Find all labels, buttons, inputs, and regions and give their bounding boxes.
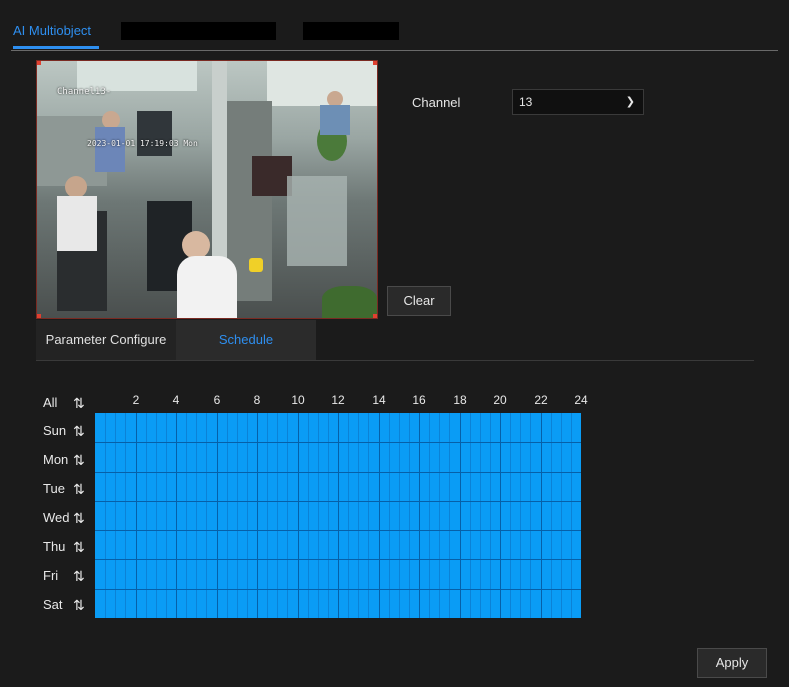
day-label-mon: Mon — [43, 452, 69, 467]
ai-multiobject-page: AI Multiobject Channel13- 2023-01-01 17:… — [5, 5, 784, 682]
window-pane — [267, 61, 377, 106]
tab-parameter-configure[interactable]: Parameter Configure — [36, 320, 176, 360]
tab-redacted-2[interactable] — [303, 22, 399, 40]
monitor — [252, 156, 292, 196]
refresh-thu-icon[interactable]: ⇅ — [73, 539, 89, 555]
hour-label: 2 — [132, 393, 140, 407]
refresh-tue-icon[interactable]: ⇅ — [73, 481, 89, 497]
hour-label: 20 — [493, 393, 507, 407]
tab-schedule[interactable]: Schedule — [176, 320, 316, 360]
roi-corner-handle[interactable] — [37, 314, 41, 318]
tab-ai-multiobject[interactable]: AI Multiobject — [13, 19, 100, 49]
plant — [322, 286, 377, 318]
hour-label: 16 — [412, 393, 426, 407]
day-label-sat: Sat — [43, 597, 63, 612]
chevron-down-icon: ❯ — [625, 96, 635, 108]
hour-label: 4 — [172, 393, 180, 407]
apply-button[interactable]: Apply — [697, 648, 767, 678]
person-head — [182, 231, 210, 259]
refresh-fri-icon[interactable]: ⇅ — [73, 568, 89, 584]
hour-label: 6 — [213, 393, 221, 407]
channel-select[interactable]: 13 ❯ — [512, 89, 644, 115]
top-divider — [11, 50, 778, 51]
schedule-grid-lines — [95, 413, 581, 618]
day-label-tue: Tue — [43, 481, 65, 496]
channel-select-value: 13 — [519, 95, 533, 109]
yellow-object — [249, 258, 263, 272]
day-label-thu: Thu — [43, 539, 66, 554]
schedule-grid[interactable] — [95, 413, 581, 618]
office-chair — [137, 111, 172, 156]
hour-label: 22 — [534, 393, 548, 407]
roi-corner-handle[interactable] — [373, 61, 377, 65]
refresh-mon-icon[interactable]: ⇅ — [73, 452, 89, 468]
roi-corner-handle[interactable] — [37, 61, 41, 65]
osd-timestamp: 2023-01-01 17:19:03 Mon — [87, 139, 198, 148]
person-body — [177, 256, 237, 318]
hour-label: 8 — [253, 393, 261, 407]
refresh-sat-icon[interactable]: ⇅ — [73, 597, 89, 613]
refresh-all-icon[interactable]: ⇅ — [73, 395, 89, 411]
refresh-sun-icon[interactable]: ⇅ — [73, 423, 89, 439]
person-body — [95, 127, 125, 172]
osd-channel: Channel13- — [57, 87, 112, 97]
person-head — [65, 176, 87, 198]
all-label: All — [43, 395, 58, 410]
subtab-divider — [36, 360, 754, 361]
hour-label: 14 — [372, 393, 386, 407]
active-tab-indicator — [13, 46, 100, 49]
tab-ai-multiobject-label: AI Multiobject — [13, 23, 92, 38]
hour-label: 24 — [574, 393, 588, 407]
day-label-wed: Wed — [43, 510, 70, 525]
person-body — [320, 105, 350, 135]
camera-preview[interactable]: Channel13- 2023-01-01 17:19:03 Mon — [36, 60, 378, 319]
glass-partition — [287, 176, 347, 266]
hour-label: 18 — [453, 393, 467, 407]
clear-button[interactable]: Clear — [387, 286, 451, 316]
hour-label: 12 — [331, 393, 345, 407]
refresh-wed-icon[interactable]: ⇅ — [73, 510, 89, 526]
roi-corner-handle[interactable] — [373, 314, 377, 318]
day-label-sun: Sun — [43, 423, 67, 438]
day-label-fri: Fri — [43, 568, 59, 583]
tab-redacted-1[interactable] — [121, 22, 276, 40]
hour-label: 10 — [291, 393, 305, 407]
channel-label: Channel — [412, 95, 461, 110]
top-tab-bar: AI Multiobject — [5, 13, 784, 53]
person-body — [57, 196, 97, 251]
